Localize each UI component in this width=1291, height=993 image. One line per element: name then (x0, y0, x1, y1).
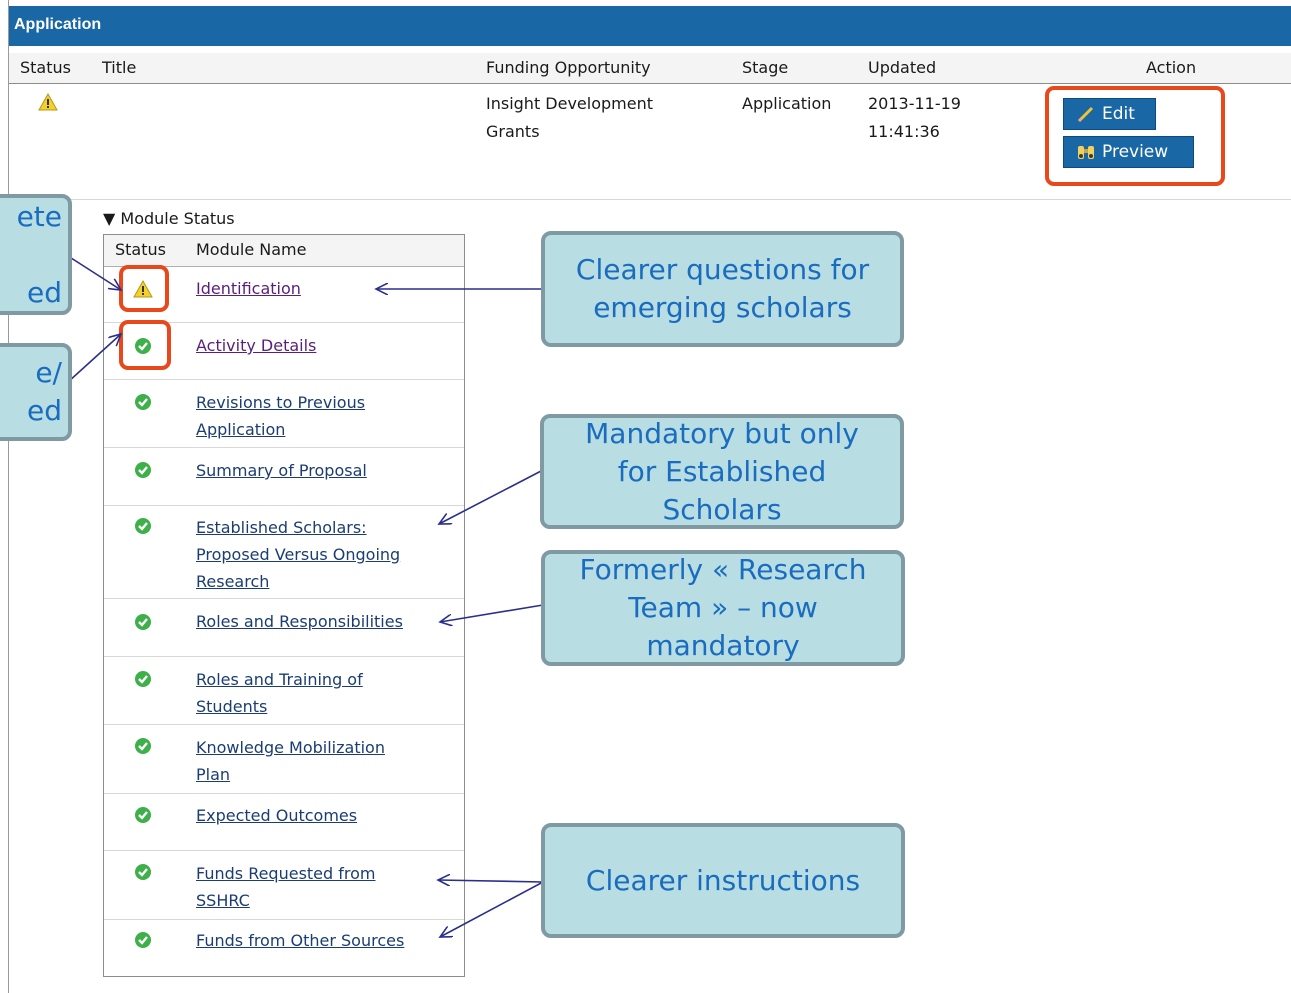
callout-line: e/ (35, 356, 62, 389)
callout-line: emerging scholars (593, 291, 852, 324)
callout-line (17, 236, 62, 274)
callout-line: Formerly « Research (579, 553, 867, 586)
arrow-to-check (67, 334, 121, 383)
callout-line: Mandatory but only (585, 416, 859, 450)
callout-line: ed (27, 394, 62, 427)
callout-line: Clearer questions for (575, 253, 870, 286)
callout-line: Team » – now (628, 591, 818, 624)
callout-left-top: ete ed (0, 194, 72, 315)
callout-line: mandatory (646, 629, 800, 662)
arrow-to-roles (440, 604, 544, 622)
arrow-to-established (439, 469, 544, 524)
callout-funds: Clearer instructions (541, 823, 905, 938)
callout-line: ed (27, 275, 62, 309)
callout-left-bottom: e/ ed (0, 343, 72, 441)
callout-line: Scholars (662, 492, 782, 526)
callout-line: Clearer instructions (585, 863, 861, 897)
arrow-to-warning (67, 255, 121, 290)
callout-line: ete (16, 199, 62, 233)
callout-established-scholars: Mandatory but only for Established Schol… (540, 414, 904, 529)
arrow-to-funds-other (440, 881, 544, 937)
callout-line: for Established (617, 454, 827, 488)
callout-roles: Formerly « Research Team » – now mandato… (541, 550, 905, 666)
callout-identification: Clearer questions for emerging scholars (541, 231, 904, 347)
arrow-to-funds-requested (438, 880, 544, 882)
